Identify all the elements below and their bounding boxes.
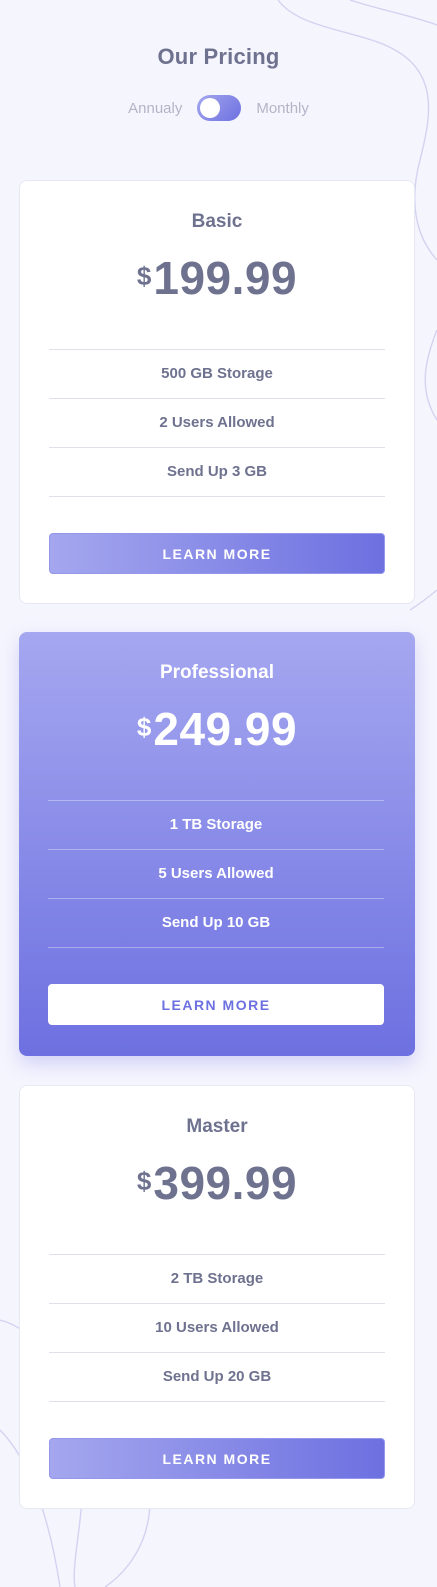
feature-item: 1 TB Storage xyxy=(48,801,384,850)
currency-symbol: $ xyxy=(136,261,152,291)
feature-item: 2 TB Storage xyxy=(49,1255,385,1304)
learn-more-button[interactable]: LEARN MORE xyxy=(48,984,384,1025)
plan-price: $ 199.99 xyxy=(20,251,414,305)
pricing-card-professional: Professional $ 249.99 1 TB Storage 5 Use… xyxy=(19,632,415,1056)
feature-list: 2 TB Storage 10 Users Allowed Send Up 20… xyxy=(49,1254,385,1402)
feature-item: 2 Users Allowed xyxy=(49,399,385,448)
plan-name: Professional xyxy=(159,662,275,683)
currency-symbol: $ xyxy=(136,1166,152,1196)
billing-toggle-row: Annualy Monthly xyxy=(0,95,437,121)
toggle-knob xyxy=(200,98,221,118)
feature-list: 1 TB Storage 5 Users Allowed Send Up 10 … xyxy=(48,800,384,948)
billing-period-toggle[interactable] xyxy=(197,95,242,121)
feature-item: Send Up 20 GB xyxy=(49,1353,385,1402)
pricing-card-basic: Basic $ 199.99 500 GB Storage 2 Users Al… xyxy=(19,180,415,604)
pricing-header: Our Pricing xyxy=(0,44,437,70)
price-amount: 249.99 xyxy=(153,703,298,755)
currency-symbol: $ xyxy=(136,712,152,742)
page-title: Our Pricing xyxy=(157,44,280,69)
feature-item: 5 Users Allowed xyxy=(48,850,384,899)
plan-name: Basic xyxy=(191,211,243,232)
feature-item: 10 Users Allowed xyxy=(49,1304,385,1353)
feature-item: Send Up 3 GB xyxy=(49,448,385,497)
pricing-card-master: Master $ 399.99 2 TB Storage 10 Users Al… xyxy=(19,1085,415,1509)
feature-item: Send Up 10 GB xyxy=(48,899,384,948)
price-amount: 199.99 xyxy=(153,252,298,304)
monthly-label: Monthly xyxy=(256,99,309,117)
learn-more-button[interactable]: LEARN MORE xyxy=(49,1438,385,1479)
plan-name: Master xyxy=(186,1116,248,1137)
price-amount: 399.99 xyxy=(153,1157,298,1209)
feature-item: 500 GB Storage xyxy=(49,350,385,399)
annual-label: Annualy xyxy=(128,99,183,117)
plan-price: $ 249.99 xyxy=(19,702,415,756)
plan-price: $ 399.99 xyxy=(20,1156,414,1210)
feature-list: 500 GB Storage 2 Users Allowed Send Up 3… xyxy=(49,349,385,497)
learn-more-button[interactable]: LEARN MORE xyxy=(49,533,385,574)
